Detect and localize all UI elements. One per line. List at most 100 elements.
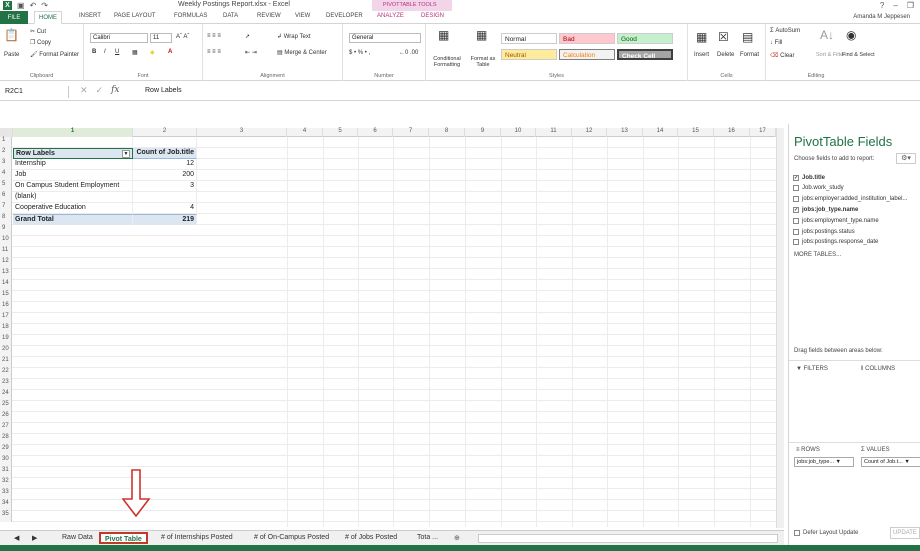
horizontal-scrollbar[interactable]: [478, 534, 778, 543]
cell[interactable]: 12: [133, 159, 197, 170]
name-box[interactable]: R2C1: [3, 86, 69, 98]
sheet-tab-pivot-table[interactable]: Pivot Table: [99, 532, 148, 544]
filters-area[interactable]: [789, 360, 920, 440]
checkbox-icon[interactable]: [793, 196, 799, 202]
row-header[interactable]: 4: [0, 170, 12, 181]
bold-icon[interactable]: B: [92, 49, 96, 55]
row-header[interactable]: 5: [0, 181, 12, 192]
row-header[interactable]: 13: [0, 269, 12, 280]
sheet-tab-jobs[interactable]: # of Jobs Posted: [341, 532, 401, 544]
wrap-text-button[interactable]: ↲ Wrap Text: [277, 33, 311, 40]
column-header[interactable]: 3: [197, 128, 287, 137]
field-item[interactable]: jobs:employment_type.name: [793, 218, 879, 224]
row-header[interactable]: 8: [0, 214, 12, 225]
style-neutral[interactable]: Neutral: [501, 49, 557, 60]
row-header[interactable]: 10: [0, 236, 12, 247]
decimal-icon[interactable]: ←0 .00: [399, 50, 418, 56]
cell[interactable]: Grand Total: [13, 214, 133, 225]
format-as-table-button[interactable]: Format as Table: [468, 56, 498, 68]
tab-file[interactable]: FILE: [0, 11, 28, 24]
style-good[interactable]: Good: [617, 33, 673, 44]
font-color-icon[interactable]: A: [168, 49, 172, 55]
select-all-corner[interactable]: [0, 128, 13, 137]
rows-values-area[interactable]: [789, 442, 920, 522]
currency-icon[interactable]: $ • % • ,: [349, 50, 370, 56]
enter-icon[interactable]: ✓: [96, 85, 104, 96]
row-header[interactable]: 32: [0, 478, 12, 489]
sheet-tab-total[interactable]: Tota ...: [413, 532, 442, 544]
column-header[interactable]: 5: [323, 128, 358, 137]
restore-icon[interactable]: ❐: [907, 1, 914, 10]
conditional-formatting-icon[interactable]: ▦: [438, 28, 449, 42]
sort-filter-button[interactable]: Sort & Filter: [816, 52, 845, 58]
scroll-right-icon[interactable]: ▶: [28, 532, 41, 544]
row-header[interactable]: 22: [0, 368, 12, 379]
font-size-select[interactable]: 11: [150, 33, 172, 43]
cell[interactable]: Cooperative Education: [13, 203, 133, 214]
tab-formulas[interactable]: FORMULAS: [174, 13, 207, 19]
binoculars-icon[interactable]: ◉: [846, 28, 856, 42]
tab-page-layout[interactable]: PAGE LAYOUT: [114, 13, 155, 19]
fx-icon[interactable]: fx: [111, 85, 119, 96]
row-header[interactable]: 30: [0, 456, 12, 467]
row-header[interactable]: 6: [0, 192, 12, 203]
border-icon[interactable]: ▦: [132, 49, 138, 56]
font-name-select[interactable]: Calibri: [90, 33, 148, 43]
row-header[interactable]: 34: [0, 500, 12, 511]
cell[interactable]: Job: [13, 170, 133, 181]
row-header[interactable]: 3: [0, 159, 12, 170]
checkbox-icon[interactable]: [794, 530, 800, 536]
cell[interactable]: 4: [133, 203, 197, 214]
row-header[interactable]: 25: [0, 401, 12, 412]
cell[interactable]: 219: [133, 214, 197, 225]
align-left-icon[interactable]: ≡ ≡ ≡: [207, 49, 221, 55]
row-header[interactable]: 21: [0, 357, 12, 368]
grow-font-icon[interactable]: Aˆ Aˇ: [176, 34, 189, 40]
help-icon[interactable]: ?: [880, 1, 884, 10]
tab-review[interactable]: REVIEW: [257, 13, 281, 19]
insert-cells-icon[interactable]: ▦: [696, 30, 707, 44]
format-button[interactable]: Format: [740, 52, 759, 58]
field-item[interactable]: Job.work_study: [793, 185, 844, 191]
sheet-tab-raw-data[interactable]: Raw Data: [58, 532, 97, 544]
cell[interactable]: On Campus Student Employment: [13, 181, 133, 192]
add-sheet-icon[interactable]: ⊕: [450, 532, 464, 544]
cell[interactable]: (blank): [13, 192, 133, 203]
column-header[interactable]: 14: [643, 128, 678, 137]
style-bad[interactable]: Bad: [559, 33, 615, 44]
row-header[interactable]: 35: [0, 511, 12, 522]
number-format-select[interactable]: General: [349, 33, 421, 43]
orientation-icon[interactable]: ➚: [245, 33, 250, 40]
column-header[interactable]: 13: [607, 128, 643, 137]
merge-center-button[interactable]: ▤ Merge & Center: [277, 49, 327, 56]
tab-developer[interactable]: DEVELOPER: [326, 13, 363, 19]
row-header[interactable]: 17: [0, 313, 12, 324]
column-header[interactable]: 10: [501, 128, 536, 137]
field-item[interactable]: jobs:postings.response_date: [793, 239, 878, 245]
find-select-button[interactable]: Find & Select: [842, 52, 875, 58]
cell[interactable]: 200: [133, 170, 197, 181]
fill-button[interactable]: ↓ Fill: [770, 40, 782, 46]
values-field-chip[interactable]: Count of Job.t... ▼: [861, 457, 920, 467]
row-header[interactable]: 15: [0, 291, 12, 302]
cell[interactable]: 3: [133, 181, 197, 192]
row-header[interactable]: 1: [0, 137, 12, 148]
redo-icon[interactable]: ↷: [41, 1, 48, 10]
column-header[interactable]: 7: [393, 128, 429, 137]
column-header[interactable]: 9: [465, 128, 501, 137]
row-header[interactable]: 9: [0, 225, 12, 236]
checkbox-checked-icon[interactable]: ✓: [793, 207, 799, 213]
cell[interactable]: [133, 192, 197, 203]
checkbox-checked-icon[interactable]: ✓: [793, 175, 799, 181]
delete-cells-icon[interactable]: ☒: [718, 30, 729, 44]
rows-field-chip[interactable]: jobs:job_type... ▼: [794, 457, 854, 467]
italic-icon[interactable]: I: [104, 49, 106, 55]
more-tables-link[interactable]: MORE TABLES...: [794, 252, 841, 258]
sheet-tab-on-campus[interactable]: # of On-Campus Posted: [250, 532, 333, 544]
tab-home[interactable]: HOME: [34, 11, 62, 24]
tab-view[interactable]: VIEW: [295, 13, 310, 19]
conditional-formatting-button[interactable]: Conditional Formatting: [428, 56, 466, 68]
sort-filter-icon[interactable]: A↓: [820, 28, 834, 42]
fill-color-icon[interactable]: ◈: [150, 49, 155, 56]
paste-icon[interactable]: 📋: [4, 28, 19, 42]
